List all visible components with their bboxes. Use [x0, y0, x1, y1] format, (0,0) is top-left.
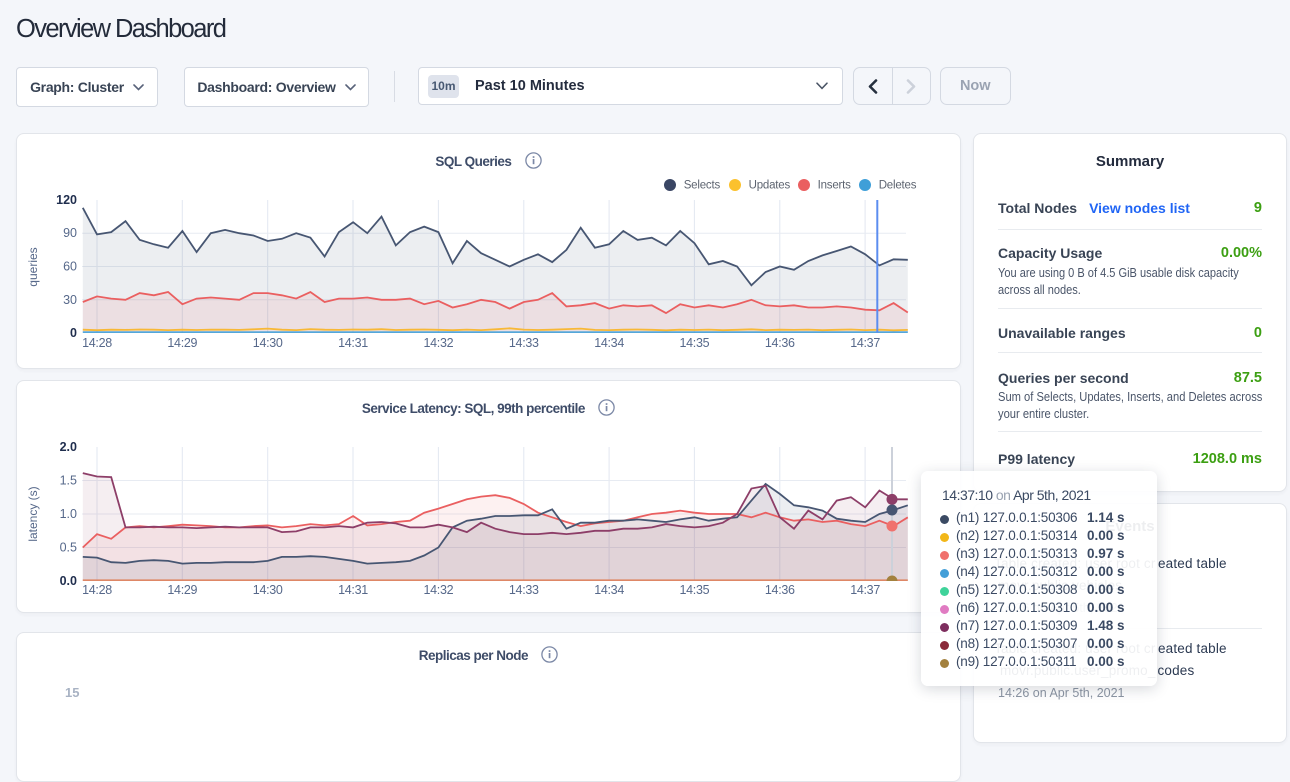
svg-text:latency (s): latency (s): [26, 486, 40, 541]
svg-text:14:32: 14:32: [424, 583, 454, 597]
svg-text:2.0: 2.0: [60, 440, 77, 454]
svg-text:14:32: 14:32: [424, 336, 454, 350]
svg-text:14:30: 14:30: [253, 336, 283, 350]
svg-text:14:33: 14:33: [509, 336, 539, 350]
svg-text:14:28: 14:28: [82, 583, 112, 597]
svg-text:14:30: 14:30: [253, 583, 283, 597]
svg-text:14:34: 14:34: [594, 336, 624, 350]
svg-text:14:37: 14:37: [850, 336, 880, 350]
svg-text:120: 120: [56, 193, 77, 207]
svg-text:14:35: 14:35: [680, 583, 710, 597]
svg-text:14:33: 14:33: [509, 583, 539, 597]
svg-text:1.5: 1.5: [60, 474, 77, 488]
svg-text:14:31: 14:31: [338, 583, 368, 597]
svg-text:14:36: 14:36: [765, 583, 795, 597]
svg-text:14:31: 14:31: [338, 336, 368, 350]
svg-text:14:36: 14:36: [765, 336, 795, 350]
svg-text:14:28: 14:28: [82, 336, 112, 350]
svg-text:14:29: 14:29: [167, 583, 197, 597]
svg-text:14:35: 14:35: [680, 336, 710, 350]
svg-text:30: 30: [63, 293, 77, 307]
svg-text:queries: queries: [26, 247, 40, 286]
svg-text:0.0: 0.0: [60, 574, 77, 588]
svg-text:14:37: 14:37: [850, 583, 880, 597]
svg-text:60: 60: [63, 260, 77, 274]
svg-text:14:34: 14:34: [594, 583, 624, 597]
svg-text:1.0: 1.0: [60, 507, 77, 521]
svg-text:14:29: 14:29: [167, 336, 197, 350]
svg-text:0: 0: [70, 326, 77, 340]
svg-text:90: 90: [63, 226, 77, 240]
svg-text:0.5: 0.5: [60, 541, 77, 555]
